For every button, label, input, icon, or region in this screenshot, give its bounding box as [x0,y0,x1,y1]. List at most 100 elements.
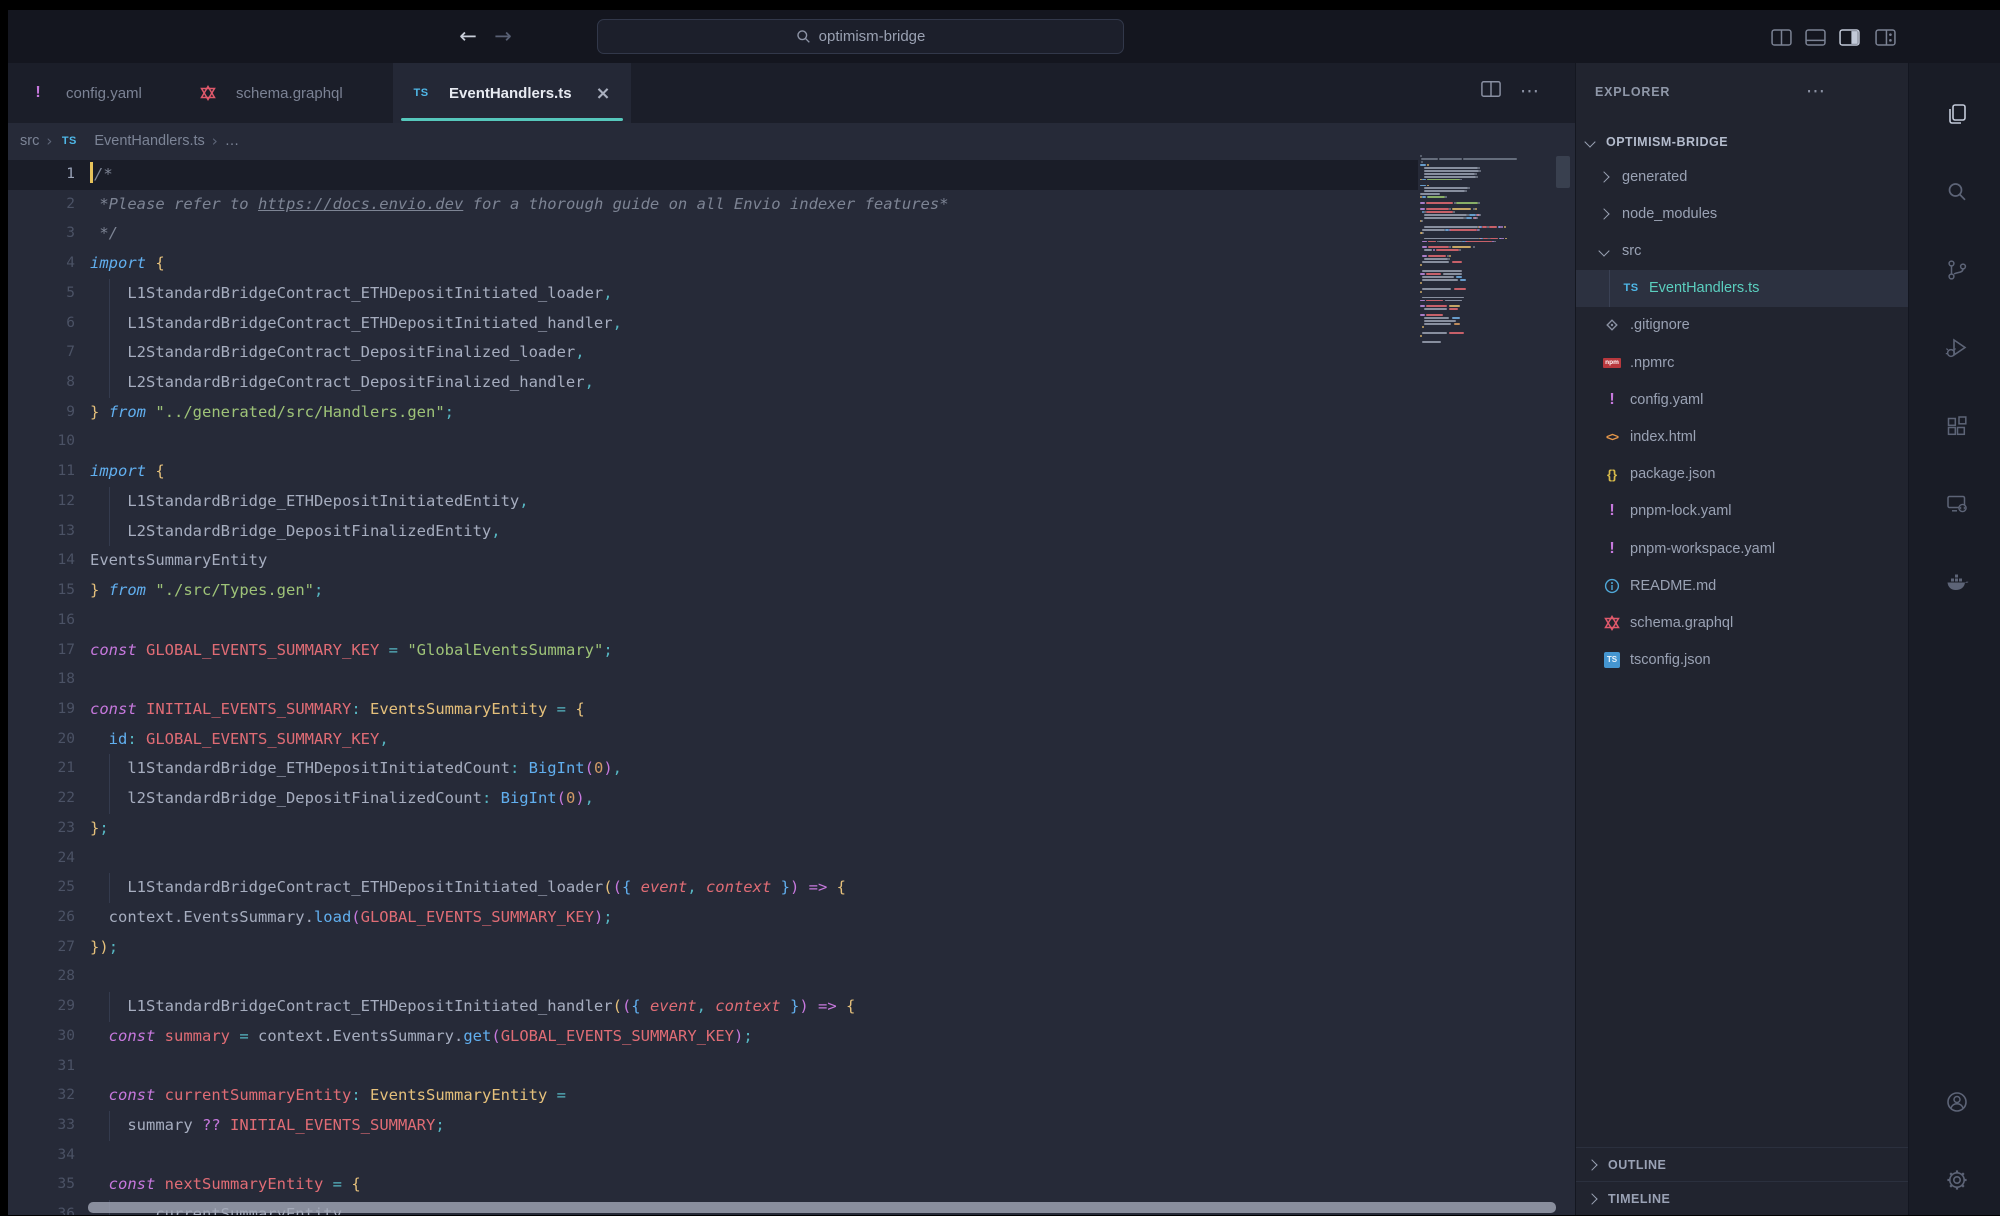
tree-item-label: .gitignore [1630,317,1690,333]
tree-item-schema.graphql[interactable]: schema.graphql [1576,604,1909,641]
tab-label: config.yaml [66,85,142,102]
customize-layout-icon[interactable] [1872,25,1898,49]
code-line-17[interactable]: 17const GLOBAL_EVENTS_SUMMARY_KEY = "Glo… [8,636,1575,666]
code-line-text: l1StandardBridge_ETHDepositInitiatedCoun… [90,754,622,784]
tree-item-config.yaml[interactable]: !config.yaml [1576,381,1909,418]
code-line-27[interactable]: 27}); [8,933,1575,963]
activity-accounts-icon[interactable] [1943,1088,1971,1116]
code-line-30[interactable]: 30 const summary = context.EventsSummary… [8,1022,1575,1052]
code-line-4[interactable]: 4import { [8,249,1575,279]
toggle-panel-icon[interactable] [1802,25,1828,49]
line-number: 19 [8,695,75,725]
tree-item-.npmrc[interactable]: npm.npmrc [1576,344,1909,381]
tree-item-generated[interactable]: generated [1576,158,1909,195]
code-line-28[interactable]: 28 [8,962,1575,992]
tab-config.yaml[interactable]: !config.yaml [10,63,186,123]
activity-extensions-icon[interactable] [1943,412,1971,440]
code-line-25[interactable]: 25 L1StandardBridgeContract_ETHDepositIn… [8,873,1575,903]
code-line-23[interactable]: 23}; [8,814,1575,844]
breadcrumb-item[interactable]: EventHandlers.ts [94,133,204,149]
code-line-8[interactable]: 8 L2StandardBridgeContract_DepositFinali… [8,368,1575,398]
code-line-12[interactable]: 12 L1StandardBridge_ETHDepositInitiatedE… [8,487,1575,517]
minimap[interactable] [1420,155,1558,355]
activity-settings-icon[interactable] [1943,1166,1971,1194]
code-line-11[interactable]: 11import { [8,457,1575,487]
code-line-19[interactable]: 19const INITIAL_EVENTS_SUMMARY: EventsSu… [8,695,1575,725]
code-line-14[interactable]: 14EventsSummaryEntity [8,546,1575,576]
close-tab-icon[interactable]: × [596,83,611,104]
code-line-24[interactable]: 24 [8,844,1575,874]
code-line-13[interactable]: 13 L2StandardBridge_DepositFinalizedEnti… [8,517,1575,547]
activity-search-icon[interactable] [1943,178,1971,206]
code-line-31[interactable]: 31 [8,1052,1575,1082]
code-line-33[interactable]: 33 summary ?? INITIAL_EVENTS_SUMMARY; [8,1111,1575,1141]
indent-guide [109,992,110,1022]
section-timeline[interactable]: TIMELINE [1576,1181,1921,1216]
tree-item-node_modules[interactable]: node_modules [1576,195,1909,232]
editor-more-actions-icon[interactable]: ⋯ [1520,80,1540,102]
code-area[interactable]: 1/*2 *Please refer to https://docs.envio… [8,160,1575,1215]
line-number: 17 [8,636,75,666]
section-outline[interactable]: OUTLINE [1576,1147,1921,1182]
code-line-1[interactable]: 1/* [8,160,1575,190]
tree-item-index.html[interactable]: <>index.html [1576,418,1909,455]
code-line-32[interactable]: 32 const currentSummaryEntity: EventsSum… [8,1081,1575,1111]
code-line-26[interactable]: 26 context.EventsSummary.load(GLOBAL_EVE… [8,903,1575,933]
tree-item-tsconfig.json[interactable]: TStsconfig.json [1576,642,1909,679]
line-number: 3 [8,219,75,249]
tree-item-.gitignore[interactable]: .gitignore [1576,307,1909,344]
code-line-6[interactable]: 6 L1StandardBridgeContract_ETHDepositIni… [8,309,1575,339]
code-line-22[interactable]: 22 l2StandardBridge_DepositFinalizedCoun… [8,784,1575,814]
tree-item-EventHandlers.ts[interactable]: TSEventHandlers.ts [1576,270,1909,307]
code-line-5[interactable]: 5 L1StandardBridgeContract_ETHDepositIni… [8,279,1575,309]
tree-item-README.md[interactable]: README.md [1576,567,1909,604]
activity-bar [1908,63,2000,1215]
code-line-34[interactable]: 34 [8,1141,1575,1171]
breadcrumb-item[interactable]: src [20,133,39,149]
explorer-header: EXPLORER ⋯ [1576,81,1909,103]
tree-item-label: pnpm-lock.yaml [1630,503,1732,519]
toggle-secondary-sidebar-icon[interactable] [1836,25,1862,49]
code-line-18[interactable]: 18 [8,665,1575,695]
code-line-2[interactable]: 2 *Please refer to https://docs.envio.de… [8,190,1575,220]
back-arrow-icon[interactable]: ← [455,23,481,49]
code-line-3[interactable]: 3 */ [8,219,1575,249]
code-line-35[interactable]: 35 const nextSummaryEntity = { [8,1170,1575,1200]
indent-guide [109,487,110,517]
tree-item-src[interactable]: src [1576,232,1909,269]
code-line-16[interactable]: 16 [8,606,1575,636]
typescript-icon: TS [411,87,431,99]
activity-run-debug-icon[interactable] [1943,334,1971,362]
horizontal-scrollbar[interactable] [88,1202,1556,1213]
editor-pane[interactable]: src›TSEventHandlers.ts›… 1/*2 *Please re… [8,123,1575,1215]
split-editor-icon[interactable] [1481,80,1501,98]
tree-item-pnpm-workspace.yaml[interactable]: !pnpm-workspace.yaml [1576,530,1909,567]
tab-schema.graphql[interactable]: schema.graphql [180,63,390,123]
code-line-7[interactable]: 7 L2StandardBridgeContract_DepositFinali… [8,338,1575,368]
tree-item-package.json[interactable]: {}package.json [1576,456,1909,493]
line-number: 20 [8,725,75,755]
explorer-more-icon[interactable]: ⋯ [1806,81,1826,101]
indent-guide [109,309,110,339]
code-line-29[interactable]: 29 L1StandardBridgeContract_ETHDepositIn… [8,992,1575,1022]
activity-explorer-icon[interactable] [1943,100,1971,128]
line-number: 2 [8,190,75,220]
forward-arrow-icon[interactable]: → [490,23,516,49]
command-center-search[interactable]: optimism-bridge [597,19,1124,54]
vertical-scrollbar[interactable] [1556,156,1570,188]
code-line-15[interactable]: 15} from "./src/Types.gen"; [8,576,1575,606]
code-line-20[interactable]: 20 id: GLOBAL_EVENTS_SUMMARY_KEY, [8,725,1575,755]
breadcrumb-item[interactable]: … [225,133,240,149]
code-line-21[interactable]: 21 l1StandardBridge_ETHDepositInitiatedC… [8,754,1575,784]
code-line-10[interactable]: 10 [8,427,1575,457]
activity-source-control-icon[interactable] [1943,256,1971,284]
activity-docker-icon[interactable] [1943,568,1971,596]
git-icon [1602,317,1622,333]
breadcrumb[interactable]: src›TSEventHandlers.ts›… [20,129,239,153]
tree-item-pnpm-lock.yaml[interactable]: !pnpm-lock.yaml [1576,493,1909,530]
workspace-root[interactable]: OPTIMISM-BRIDGE [1576,127,1919,157]
code-line-9[interactable]: 9} from "../generated/src/Handlers.gen"; [8,398,1575,428]
activity-remote-explorer-icon[interactable] [1943,490,1971,518]
tab-EventHandlers.ts[interactable]: TSEventHandlers.ts× [393,63,631,123]
toggle-primary-sidebar-icon[interactable] [1768,25,1794,49]
